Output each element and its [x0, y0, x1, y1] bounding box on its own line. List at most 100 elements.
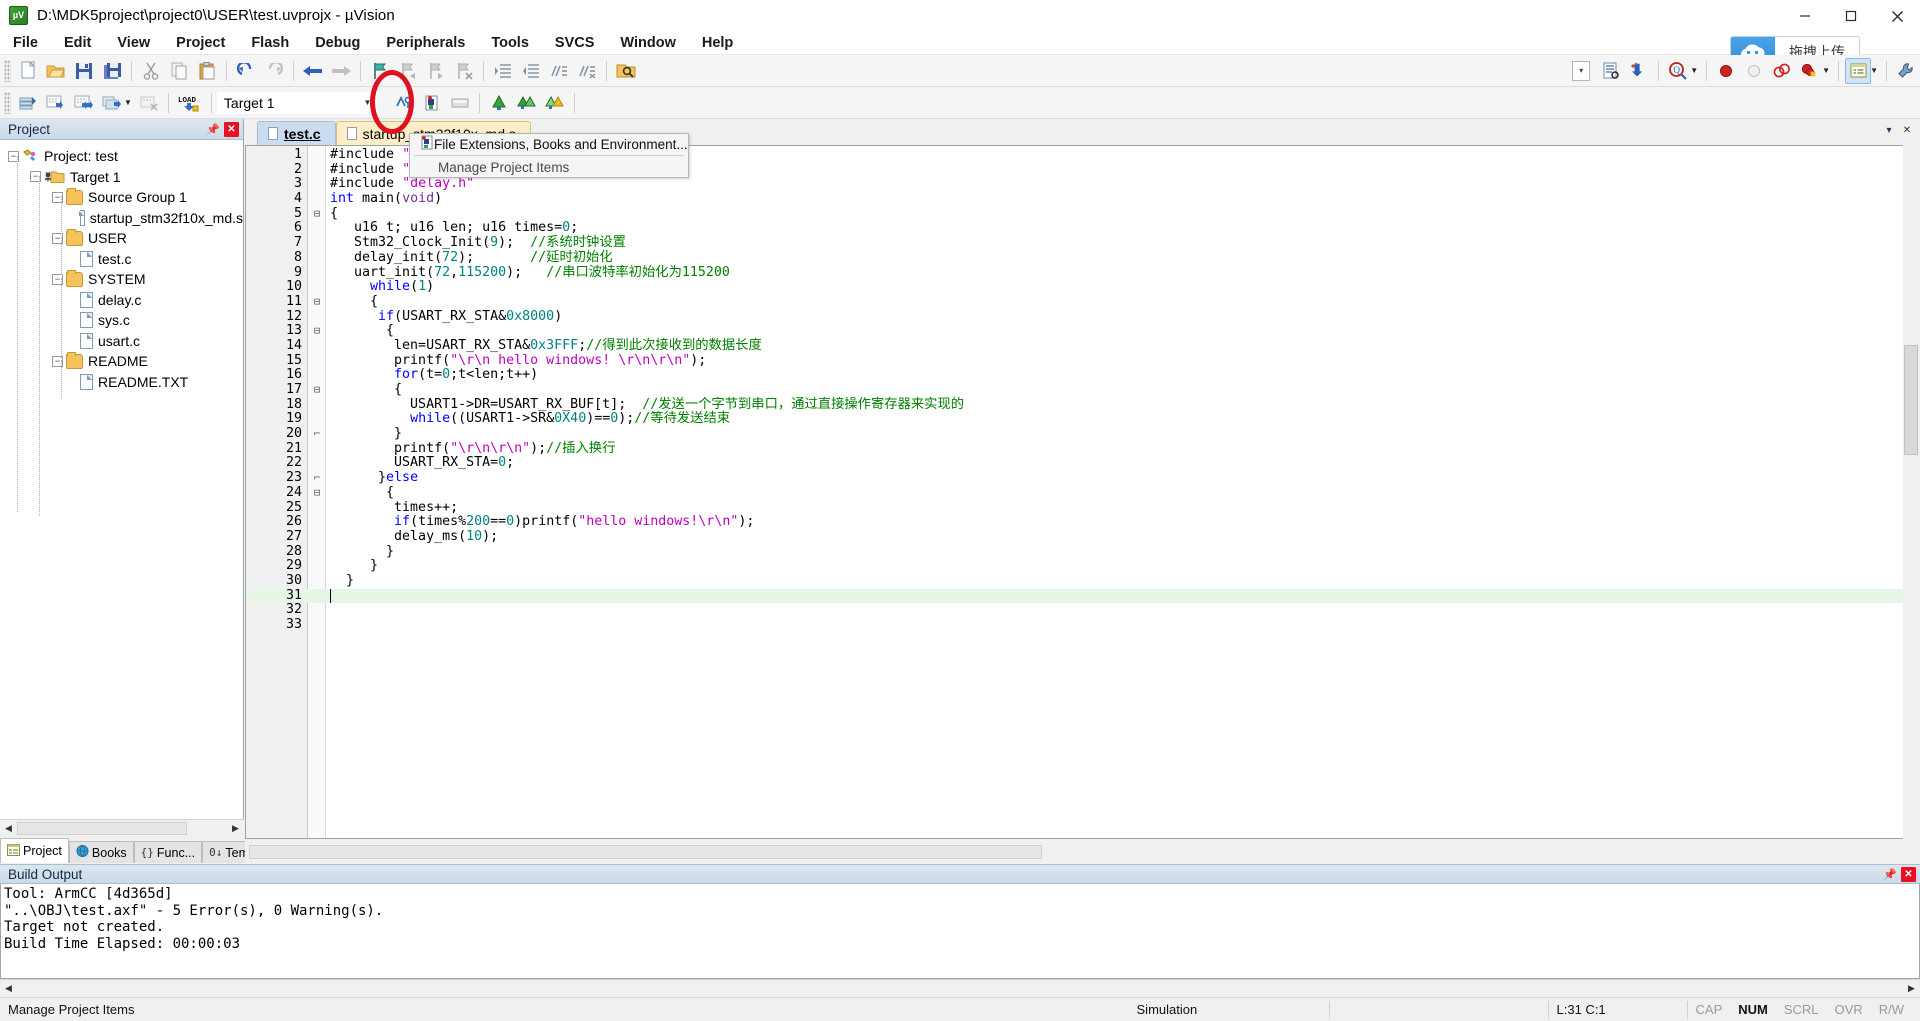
insert-file-icon[interactable]: [1598, 58, 1624, 84]
undo-icon[interactable]: [233, 58, 259, 84]
manage-run-time-icon[interactable]: [447, 90, 473, 116]
breakpoint-caret[interactable]: ▼: [1822, 66, 1830, 75]
redo-icon[interactable]: [261, 58, 287, 84]
configure-tools-icon[interactable]: [1893, 58, 1919, 84]
menu-item-manage-project-items[interactable]: Manage Project Items: [410, 157, 688, 177]
breakpoint-disable-icon[interactable]: [1741, 58, 1767, 84]
maximize-icon[interactable]: [1828, 0, 1874, 32]
menu-item-file-extensions[interactable]: File Extensions, Books and Environment..…: [410, 134, 688, 154]
navigate-forward-icon[interactable]: [328, 58, 354, 84]
menu-project[interactable]: Project: [163, 32, 238, 55]
code-line[interactable]: 3 #include "delay.h": [246, 177, 1920, 192]
code-line[interactable]: 22 USART_RX_STA=0;: [246, 456, 1920, 471]
code-line[interactable]: 28 }: [246, 544, 1920, 560]
menu-debug[interactable]: Debug: [302, 32, 373, 55]
project-hscrollbar[interactable]: ◀ ▶: [0, 819, 244, 836]
code-line[interactable]: 6 u16 t; u16 len; u16 times=0;: [246, 221, 1920, 236]
save-icon[interactable]: [71, 58, 97, 84]
code-line[interactable]: 25 times++;: [246, 500, 1920, 516]
scroll-left-arrow-icon[interactable]: ◀: [0, 821, 17, 836]
code-line[interactable]: 27 delay_ms(10);: [246, 529, 1920, 545]
close-icon[interactable]: ✕: [224, 121, 239, 137]
code-line[interactable]: 13 ⊟ {: [246, 324, 1920, 339]
tab-project[interactable]: Project: [0, 838, 69, 863]
indent-icon[interactable]: [490, 58, 516, 84]
menu-peripherals[interactable]: Peripherals: [373, 32, 478, 55]
svcs-icon[interactable]: [486, 90, 512, 116]
build-icon[interactable]: [43, 90, 69, 116]
toolbar-grip[interactable]: [4, 91, 11, 114]
menu-svcs[interactable]: SVCS: [542, 32, 608, 55]
code-content[interactable]: 1#include "sys.h" 2#include "usart.h" 3#…: [246, 147, 1920, 838]
scroll-thumb[interactable]: [1904, 345, 1918, 455]
code-line[interactable]: 4 int main(void): [246, 191, 1920, 207]
menu-tools[interactable]: Tools: [478, 32, 542, 55]
code-line[interactable]: 29 }: [246, 559, 1920, 574]
tree-item-usart-c[interactable]: usart.c: [0, 331, 243, 352]
batch-build-caret[interactable]: ▼: [124, 98, 132, 107]
minimize-icon[interactable]: ▾: [1882, 123, 1896, 137]
load-icon[interactable]: LOAD: [175, 90, 205, 116]
cut-icon[interactable]: [138, 58, 164, 84]
scroll-right-arrow-icon[interactable]: ▶: [1903, 981, 1920, 996]
scroll-left-arrow-icon[interactable]: ◀: [0, 981, 17, 996]
menu-window[interactable]: Window: [607, 32, 688, 55]
tree-item-source-group-1[interactable]: − Source Group 1: [0, 187, 243, 208]
code-line[interactable]: 26 if(times%200==0)printf("hello windows…: [246, 514, 1920, 530]
editor-hscrollbar[interactable]: [245, 840, 1920, 863]
menu-flash[interactable]: Flash: [238, 32, 302, 55]
code-line[interactable]: 23 ⌐ }else: [246, 470, 1920, 486]
tree-item-sys-c[interactable]: sys.c: [0, 310, 243, 331]
translate-icon[interactable]: [15, 90, 41, 116]
menu-file[interactable]: File: [0, 32, 51, 55]
close-icon[interactable]: ✕: [1900, 123, 1914, 137]
code-line[interactable]: 8 delay_init(72); //延时初始化: [246, 250, 1920, 266]
code-line[interactable]: 10 while(1): [246, 279, 1920, 295]
batch-build-icon[interactable]: [99, 90, 125, 116]
configure-icon[interactable]: [1626, 58, 1652, 84]
project-window-icon[interactable]: [1845, 57, 1872, 84]
target-selector[interactable]: Target 1 ▼: [216, 91, 377, 114]
paste-icon[interactable]: [194, 58, 220, 84]
toolbar-grip[interactable]: [4, 59, 11, 82]
search-combo-dropdown[interactable]: ▾: [1572, 60, 1591, 81]
find-dropdown-caret[interactable]: ▼: [1690, 66, 1698, 75]
code-line[interactable]: 11 ⊟ {: [246, 294, 1920, 310]
tree-item-test-c[interactable]: test.c: [0, 249, 243, 270]
stop-build-icon[interactable]: [136, 90, 162, 116]
rebuild-icon[interactable]: [71, 90, 97, 116]
code-line[interactable]: 30 }: [246, 573, 1920, 589]
navigate-back-icon[interactable]: [300, 58, 326, 84]
editor-tab-test-c[interactable]: test.c: [257, 121, 336, 145]
menu-edit[interactable]: Edit: [51, 32, 104, 55]
tree-item-readme-txt[interactable]: README.TXT: [0, 372, 243, 393]
code-line[interactable]: 32: [246, 603, 1920, 618]
tree-item-user[interactable]: − USER: [0, 228, 243, 249]
outdent-icon[interactable]: [518, 58, 544, 84]
breakpoint-all-icon[interactable]: [1769, 58, 1795, 84]
bookmark-next-icon[interactable]: [423, 58, 449, 84]
code-line[interactable]: 17 ⊟ {: [246, 382, 1920, 398]
new-file-icon[interactable]: [15, 58, 41, 84]
bookmark-clear-icon[interactable]: [451, 58, 477, 84]
code-line[interactable]: 19 while((USART1->SR&0X40)==0);//等待发送结束: [246, 412, 1920, 427]
code-line[interactable]: 7 Stm32_Clock_Init(9); //系统时钟设置: [246, 235, 1920, 251]
menu-view[interactable]: View: [104, 32, 163, 55]
tab-functions[interactable]: {} Func...: [133, 841, 203, 863]
build-output-text[interactable]: Tool: ArmCC [4d365d] "..\OBJ\test.axf" -…: [0, 884, 1920, 979]
pack-installer-2-icon[interactable]: [542, 90, 568, 116]
close-icon[interactable]: ✕: [1901, 866, 1916, 882]
code-line[interactable]: 15 printf("\r\n hello windows! \r\n\r\n"…: [246, 353, 1920, 369]
code-line[interactable]: 5 ⊟{: [246, 206, 1920, 222]
code-editor[interactable]: 1#include "sys.h" 2#include "usart.h" 3#…: [245, 145, 1920, 839]
pin-icon[interactable]: 📌: [1882, 866, 1898, 882]
pin-icon[interactable]: 📌: [205, 121, 221, 137]
tree-item-system[interactable]: − SYSTEM: [0, 269, 243, 290]
menu-help[interactable]: Help: [689, 32, 746, 55]
build-output-hscrollbar[interactable]: ◀ ▶: [0, 979, 1920, 997]
scroll-thumb[interactable]: [249, 844, 1042, 859]
code-line[interactable]: 24 ⊟ {: [246, 485, 1920, 501]
find-in-files-icon[interactable]: [613, 58, 639, 84]
editor-vscrollbar[interactable]: [1903, 145, 1920, 839]
code-line-current[interactable]: 31: [246, 588, 1920, 604]
